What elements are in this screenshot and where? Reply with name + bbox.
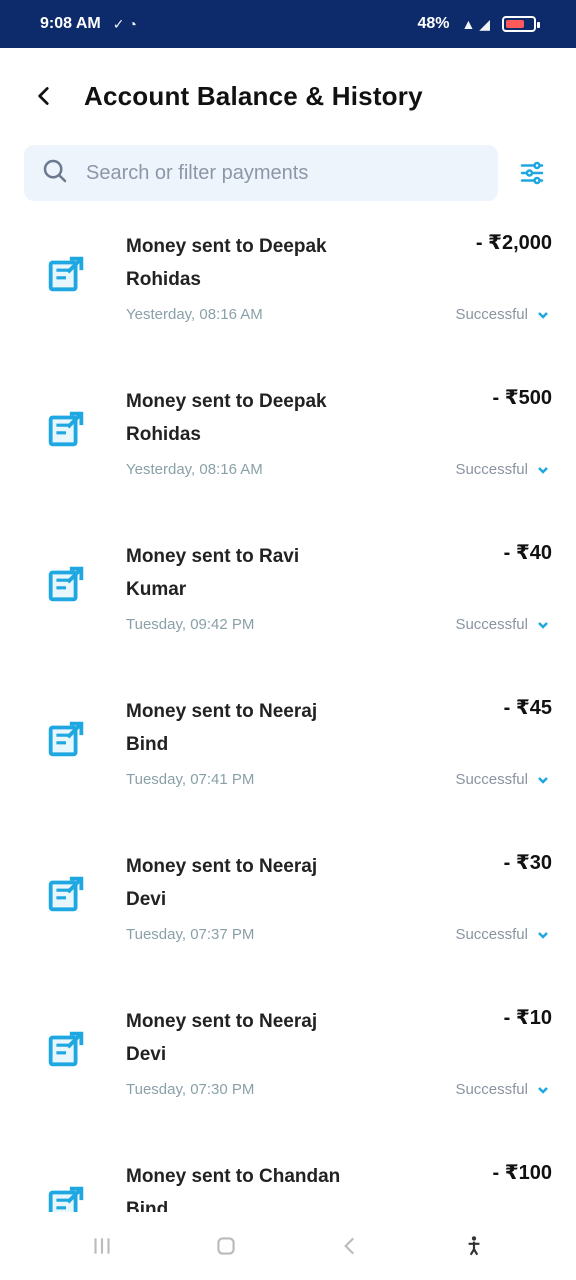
transaction-body: Money sent to Neeraj Bind - ₹45 Tuesday, … xyxy=(126,695,552,832)
battery-percent: 48% xyxy=(417,15,450,32)
search-placeholder: Search or filter payments xyxy=(86,161,309,184)
transaction-date: Tuesday, 09:42 PM xyxy=(126,616,255,633)
transaction-amount: - ₹30 xyxy=(503,852,552,874)
bank-transfer-icon xyxy=(24,1162,108,1212)
transaction-date: Tuesday, 07:37 PM xyxy=(126,926,255,943)
bank-transfer-icon xyxy=(24,697,108,781)
chevron-down-icon xyxy=(534,461,552,479)
page-title: Account Balance & History xyxy=(84,80,423,111)
transaction-title: Money sent to Neeraj Devi xyxy=(126,1011,318,1065)
bank-transfer-icon xyxy=(24,1007,108,1091)
transaction-amount: - ₹500 xyxy=(492,387,552,409)
signal-icon: ▲ ◢ xyxy=(461,15,490,32)
transaction-date: Tuesday, 07:41 PM xyxy=(126,771,255,788)
chevron-down-icon xyxy=(534,1081,552,1099)
transaction-row[interactable]: Money sent to Neeraj Devi - ₹30 Tuesday, … xyxy=(0,832,576,987)
search-row: Search or filter payments xyxy=(24,144,552,202)
search-icon xyxy=(40,156,70,191)
search-input[interactable]: Search or filter payments xyxy=(24,145,498,201)
notification-icon: ✓ ◔ xyxy=(112,15,137,32)
transaction-body: Money sent to Ravi Kumar - ₹40 Tuesday, 0… xyxy=(126,540,552,677)
transaction-row[interactable]: Money sent to Chandan Bind - ₹100 xyxy=(0,1142,576,1212)
transaction-status: Successful xyxy=(455,616,528,633)
accessibility-icon[interactable] xyxy=(452,1224,496,1268)
transaction-row[interactable]: Money sent to Ravi Kumar - ₹40 Tuesday, 0… xyxy=(0,522,576,677)
transaction-status: Successful xyxy=(455,926,528,943)
transaction-row[interactable]: Money sent to Deepak Rohidas - ₹500 Yeste… xyxy=(0,367,576,522)
nav-back-icon[interactable] xyxy=(328,1224,372,1268)
transaction-amount: - ₹40 xyxy=(503,542,552,564)
transaction-amount: - ₹100 xyxy=(492,1162,552,1184)
chevron-down-icon xyxy=(534,771,552,789)
back-arrow-icon[interactable] xyxy=(24,76,64,116)
transaction-title: Money sent to Deepak Rohidas xyxy=(126,391,327,445)
status-left: 9:08 AM ✓ ◔ xyxy=(40,15,137,33)
transaction-row[interactable]: Money sent to Neeraj Devi - ₹10 Tuesday, … xyxy=(0,987,576,1142)
status-bar: 9:08 AM ✓ ◔ 48% ▲ ◢ xyxy=(0,0,576,48)
filter-icon[interactable] xyxy=(512,153,552,193)
transaction-amount: - ₹10 xyxy=(503,1007,552,1029)
transaction-amount: - ₹2,000 xyxy=(475,232,552,254)
chevron-down-icon xyxy=(534,306,552,324)
battery-icon xyxy=(502,16,540,32)
transaction-row[interactable]: Money sent to Neeraj Bind - ₹45 Tuesday, … xyxy=(0,677,576,832)
transaction-body: Money sent to Chandan Bind - ₹100 xyxy=(126,1160,552,1212)
app-header: Account Balance & History xyxy=(0,48,576,144)
status-time: 9:08 AM xyxy=(40,15,101,32)
transaction-title: Money sent to Neeraj Devi xyxy=(126,856,318,910)
transaction-date: Yesterday, 08:16 AM xyxy=(126,461,263,478)
chevron-down-icon xyxy=(534,616,552,634)
bank-transfer-icon xyxy=(24,232,108,316)
bank-transfer-icon xyxy=(24,852,108,936)
transaction-body: Money sent to Neeraj Devi - ₹10 Tuesday, … xyxy=(126,1005,552,1142)
bank-transfer-icon xyxy=(24,542,108,626)
transaction-amount: - ₹45 xyxy=(503,697,552,719)
transaction-status: Successful xyxy=(455,461,528,478)
transaction-list: Money sent to Deepak Rohidas - ₹2,000 Yes… xyxy=(0,212,576,1212)
transaction-date: Tuesday, 07:30 PM xyxy=(126,1081,255,1098)
bank-transfer-icon xyxy=(24,387,108,471)
transaction-body: Money sent to Deepak Rohidas - ₹2,000 Yes… xyxy=(126,230,552,367)
status-right: 48% ▲ ◢ xyxy=(417,15,540,33)
transaction-title: Money sent to Ravi Kumar xyxy=(126,546,300,600)
transaction-status: Successful xyxy=(455,1081,528,1098)
chevron-down-icon xyxy=(534,926,552,944)
system-nav-bar xyxy=(0,1212,576,1280)
transaction-status: Successful xyxy=(455,771,528,788)
transaction-title: Money sent to Chandan Bind xyxy=(126,1166,341,1212)
transaction-title: Money sent to Deepak Rohidas xyxy=(126,236,327,290)
transaction-body: Money sent to Deepak Rohidas - ₹500 Yeste… xyxy=(126,385,552,522)
transaction-date: Yesterday, 08:16 AM xyxy=(126,306,263,323)
transaction-title: Money sent to Neeraj Bind xyxy=(126,701,318,755)
transaction-status: Successful xyxy=(455,306,528,323)
menu-icon[interactable] xyxy=(80,1224,124,1268)
home-icon[interactable] xyxy=(204,1224,248,1268)
transaction-body: Money sent to Neeraj Devi - ₹30 Tuesday, … xyxy=(126,850,552,987)
transaction-row[interactable]: Money sent to Deepak Rohidas - ₹2,000 Yes… xyxy=(0,212,576,367)
